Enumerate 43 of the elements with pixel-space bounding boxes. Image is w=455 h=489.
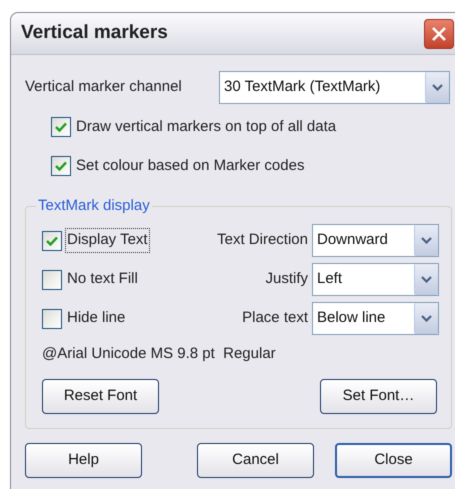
font-info: @Arial Unicode MS 9.8 pt Regular bbox=[42, 344, 277, 364]
dropdown-value: 30 TextMark (TextMark) bbox=[223, 77, 382, 98]
caret-icon bbox=[421, 276, 432, 282]
checkbox-label: Hide line bbox=[66, 308, 126, 328]
dropdown-value: Left bbox=[316, 268, 344, 289]
check-icon bbox=[55, 122, 67, 132]
checkbox[interactable] bbox=[42, 308, 62, 328]
checkbox-label: Set colour based on Marker codes bbox=[75, 156, 306, 176]
dropdown-field[interactable]: 30 TextMark (TextMark) bbox=[219, 71, 450, 104]
dialog-button[interactable]: Close bbox=[335, 443, 452, 478]
dialog-button[interactable]: Set Font… bbox=[320, 379, 437, 414]
dropdown-arrow-button[interactable] bbox=[414, 264, 438, 294]
checkbox-label: Draw vertical markers on top of all data bbox=[75, 116, 338, 137]
checkbox[interactable] bbox=[42, 270, 62, 290]
checkbox-label: No text Fill bbox=[66, 269, 139, 290]
dropdown-value: Below line bbox=[316, 308, 386, 328]
caret-icon bbox=[432, 84, 443, 91]
checkbox-label: Display Text bbox=[66, 229, 149, 252]
dialog-button[interactable]: Reset Font bbox=[42, 379, 159, 414]
caret-icon bbox=[421, 236, 432, 244]
check-icon bbox=[55, 161, 67, 171]
dropdown-arrow-button[interactable] bbox=[414, 224, 438, 256]
caret-icon bbox=[421, 314, 432, 322]
close-button[interactable] bbox=[424, 18, 454, 48]
dropdown-field[interactable]: Downward bbox=[312, 224, 439, 256]
dropdown-field[interactable]: Below line bbox=[312, 302, 439, 334]
dropdown-arrow-button[interactable] bbox=[414, 302, 438, 334]
checkbox[interactable] bbox=[51, 156, 71, 176]
dialog-button[interactable]: Cancel bbox=[197, 443, 314, 478]
dropdown-field[interactable]: Left bbox=[312, 262, 439, 296]
field-label: Place text bbox=[242, 308, 308, 328]
dropdown-value: Downward bbox=[316, 230, 389, 250]
checkbox[interactable] bbox=[51, 117, 71, 137]
dialog-button[interactable]: Help bbox=[25, 443, 142, 478]
close-icon bbox=[431, 26, 447, 42]
group-title: TextMark display bbox=[37, 196, 151, 216]
window-title: Vertical markers bbox=[21, 21, 168, 46]
field-label: Text Direction bbox=[217, 230, 308, 250]
channel-label: Vertical marker channel bbox=[25, 77, 183, 98]
checkbox[interactable] bbox=[42, 230, 62, 250]
field-label: Justify bbox=[265, 268, 308, 289]
dropdown-arrow-button[interactable] bbox=[425, 72, 449, 103]
check-icon bbox=[46, 236, 58, 246]
